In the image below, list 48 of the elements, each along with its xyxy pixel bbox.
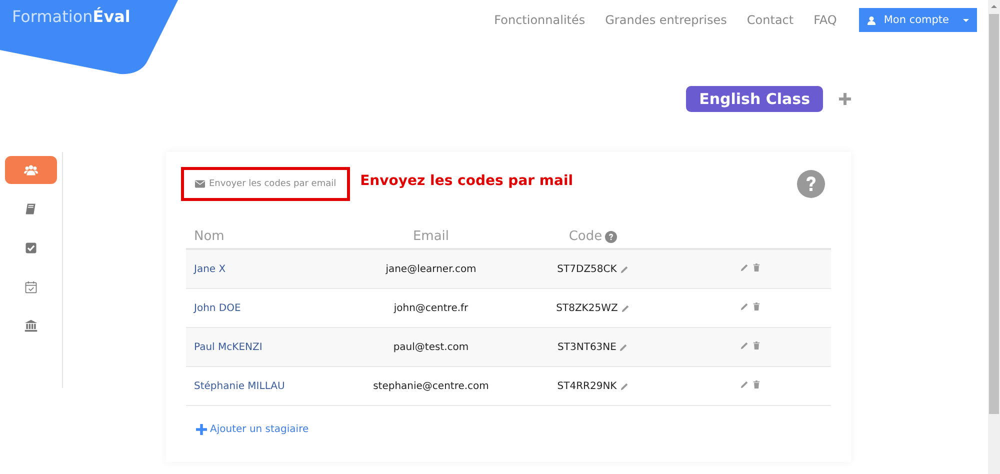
class-tab[interactable]: English Class <box>686 86 823 112</box>
pencil-icon[interactable] <box>619 342 628 352</box>
bank-icon <box>24 319 38 333</box>
pencil-icon[interactable] <box>620 382 629 390</box>
code-text: ST7DZ58CK <box>557 264 617 274</box>
trainee-name-link[interactable]: Stéphanie MILLAU <box>194 380 285 392</box>
nav-link[interactable]: FAQ <box>814 13 837 27</box>
plus-icon[interactable] <box>839 93 851 105</box>
calendar-icon <box>24 280 38 294</box>
pencil-icon[interactable] <box>620 304 630 312</box>
code-text: ST4RR29NK <box>557 380 617 392</box>
trash-icon[interactable] <box>752 263 760 272</box>
logo[interactable]: FormationÉval <box>12 6 130 26</box>
code-text: ST3NT63NE <box>558 342 616 352</box>
help-icon[interactable] <box>605 230 618 242</box>
trainee-name-link[interactable]: John DOE <box>194 302 241 314</box>
caret-icon <box>963 18 969 22</box>
pencil-icon[interactable] <box>620 264 629 274</box>
pencil-icon[interactable] <box>740 302 748 311</box>
trash-icon[interactable] <box>752 341 760 350</box>
email-text: john@centre.fr <box>394 302 468 314</box>
help-icon[interactable] <box>797 170 825 198</box>
trainee-name-link[interactable]: Paul McKENZI <box>194 342 262 352</box>
annotation-text: Envoyez les codes par mail <box>360 173 574 189</box>
group-icon <box>24 163 38 177</box>
send-codes-button[interactable]: Envoyer les codes par email <box>181 167 350 201</box>
email-text: jane@learner.com <box>386 264 476 274</box>
code-text: ST8ZK25WZ <box>556 302 618 314</box>
pencil-icon[interactable] <box>740 341 748 350</box>
user-icon <box>866 16 876 24</box>
envelope-icon <box>195 180 205 188</box>
sidebar-group-button[interactable] <box>5 156 57 184</box>
column-header: Code <box>568 229 602 244</box>
plus-icon <box>196 424 207 435</box>
pencil-icon[interactable] <box>740 263 748 272</box>
nav-link[interactable]: Grandes entreprises <box>605 13 727 27</box>
nav-link[interactable]: Fonctionnalités <box>494 13 586 27</box>
email-text: stephanie@centre.com <box>373 380 489 392</box>
book-icon <box>24 202 38 216</box>
trash-icon[interactable] <box>752 302 760 311</box>
check-icon <box>24 241 38 255</box>
email-text: paul@test.com <box>393 342 469 352</box>
add-trainee-link[interactable]: Ajouter un stagiaire <box>196 424 309 435</box>
nav-link[interactable]: Contact <box>746 13 794 27</box>
account-button[interactable]: Mon compte <box>858 8 977 32</box>
trash-icon[interactable] <box>752 380 760 389</box>
trainee-name-link[interactable]: Jane X <box>194 264 226 274</box>
pencil-icon[interactable] <box>740 380 748 389</box>
